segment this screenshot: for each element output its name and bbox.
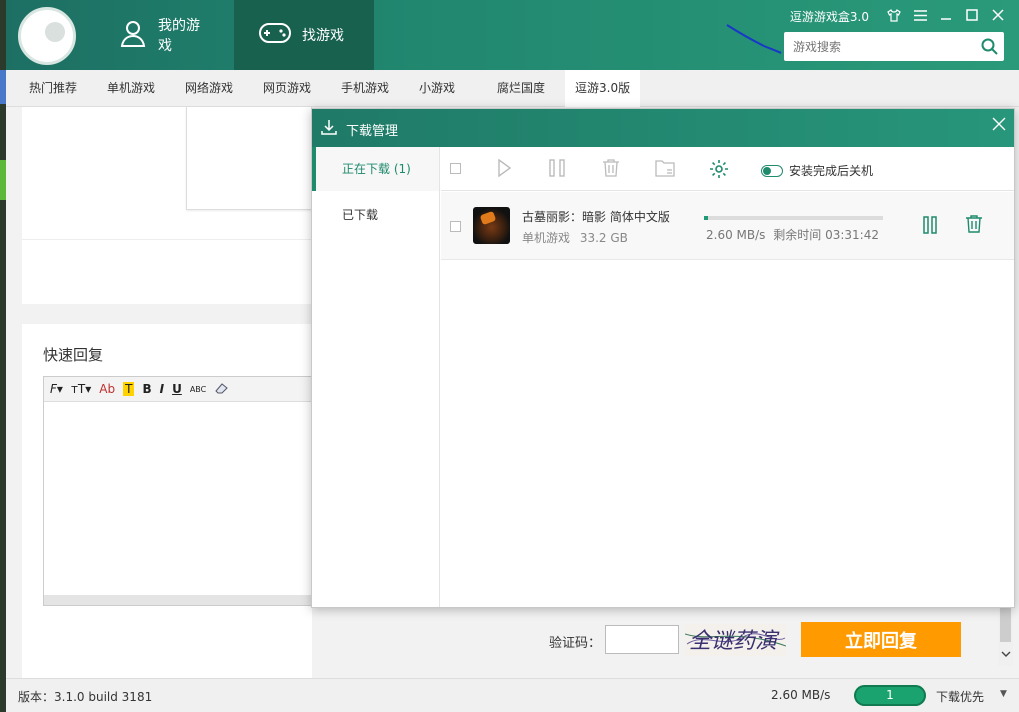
app-logo[interactable]	[18, 7, 76, 65]
progress-fill	[704, 216, 708, 220]
item-checkbox[interactable]	[450, 221, 461, 235]
game-size: 33.2 GB	[579, 231, 628, 245]
status-speed: 2.60 MB/s	[771, 688, 831, 702]
minimize-icon[interactable]	[933, 4, 959, 26]
nav-find-games[interactable]: 找游戏	[234, 0, 374, 70]
tab-online[interactable]: 网络游戏	[185, 70, 233, 107]
bold-button[interactable]: B	[142, 382, 151, 396]
download-count: 1	[886, 688, 894, 702]
eraser-icon[interactable]	[214, 382, 228, 397]
window-controls	[881, 4, 1011, 26]
game-category: 单机游戏	[522, 231, 571, 245]
dialog-toolbar: 安装完成后关机	[441, 147, 1014, 191]
captcha-image[interactable]: 全谜药演	[685, 624, 786, 656]
trash-icon[interactable]	[602, 159, 620, 180]
download-status: 2.60 MB/s 剩余时间 03:31:42	[706, 226, 879, 243]
dialog-close-icon[interactable]	[992, 117, 1006, 134]
search-icon[interactable]	[981, 38, 998, 58]
menu-icon[interactable]	[907, 4, 933, 26]
game-name: 古墓丽影：暗影 简体中文版	[522, 210, 670, 224]
play-icon[interactable]	[497, 158, 512, 180]
tab-version[interactable]: 逗游3.0版	[565, 70, 641, 107]
version-text: 版本：3.1.0 build 3181	[18, 690, 153, 704]
content-image	[186, 107, 312, 210]
category-tabs: 热门推荐 单机游戏 网络游戏 网页游戏 手机游戏 小游戏 腐烂国度 逗游3.0版	[6, 70, 1019, 107]
chevron-down-icon[interactable]	[998, 650, 1013, 666]
download-count-badge[interactable]: 1	[854, 685, 926, 706]
tab-mini[interactable]: 小游戏	[419, 70, 455, 107]
dialog-sidebar: 正在下载 (1) 已下载	[312, 147, 440, 607]
download-icon	[321, 119, 337, 138]
maximize-icon[interactable]	[959, 4, 985, 26]
close-icon[interactable]	[985, 4, 1011, 26]
item-pause-icon[interactable]	[923, 216, 937, 237]
brand-title: 逗游游戏盒3.0	[789, 10, 869, 24]
item-trash-icon[interactable]	[965, 215, 983, 236]
download-speed: 2.60 MB/s	[706, 228, 766, 242]
divider	[22, 239, 312, 240]
nav-my-games-label: 我的游戏	[158, 18, 200, 54]
status-bar: 版本：3.1.0 build 3181 2.60 MB/s 1 下载优先 ▼	[6, 678, 1019, 712]
download-progress-bar	[704, 216, 883, 220]
page-content: 快速回复 F▾ тT▾ Ab T B I U ABC	[22, 107, 313, 679]
priority-select[interactable]: 下载优先	[936, 688, 984, 705]
select-all-checkbox[interactable]	[450, 163, 461, 177]
caret-down-icon[interactable]: ▼	[1000, 689, 1007, 699]
auto-shutdown-label: 安装完成后关机	[789, 164, 874, 178]
tab-hot[interactable]: 热门推荐	[29, 70, 77, 107]
dialog-title: 下载管理	[346, 124, 399, 139]
editor-scrollbar[interactable]	[44, 595, 312, 605]
font-button[interactable]: F▾	[50, 382, 63, 396]
dialog-header: 下载管理	[312, 109, 1014, 147]
download-manager-dialog: 下载管理 正在下载 (1) 已下载 安装完成后关机 古墓丽影：暗影 简体中文版 …	[311, 108, 1015, 608]
nav-my-games[interactable]: 我的游戏	[94, 0, 234, 70]
reply-title: 快速回复	[43, 346, 104, 364]
folder-icon[interactable]	[655, 159, 675, 180]
text-color-button[interactable]: Ab	[99, 382, 115, 396]
header: 我的游戏 找游戏 逗游游戏盒3.0	[6, 0, 1019, 70]
game-meta: 单机游戏 33.2 GB	[522, 229, 628, 246]
captcha-label: 验证码：	[549, 636, 602, 651]
search-box[interactable]	[784, 32, 1004, 61]
italic-button[interactable]: I	[160, 382, 164, 396]
download-item: 古墓丽影：暗影 简体中文版 单机游戏 33.2 GB 2.60 MB/s 剩余时…	[441, 192, 1014, 260]
tab-web[interactable]: 网页游戏	[263, 70, 311, 107]
auto-shutdown-toggle[interactable]: 安装完成后关机	[761, 162, 873, 179]
skin-icon[interactable]	[881, 4, 907, 26]
gear-icon[interactable]	[709, 159, 729, 182]
pen-annotation	[726, 24, 782, 54]
content-card	[22, 107, 312, 304]
reply-panel: 快速回复 F▾ тT▾ Ab T B I U ABC	[22, 324, 313, 679]
highlight-button[interactable]: T	[123, 382, 135, 396]
editor-toolbar: F▾ тT▾ Ab T B I U ABC	[44, 377, 312, 402]
gamepad-icon	[258, 20, 292, 50]
nav-find-games-label: 找游戏	[302, 28, 344, 44]
underline-button[interactable]: U	[172, 382, 182, 396]
tab-mobile[interactable]: 手机游戏	[341, 70, 389, 107]
user-icon	[118, 18, 148, 52]
tab-downloading[interactable]: 正在下载 (1)	[312, 147, 439, 191]
toggle-switch[interactable]	[761, 164, 783, 177]
game-thumbnail	[473, 207, 510, 244]
submit-reply-button[interactable]: 立即回复	[801, 622, 961, 657]
captcha-input[interactable]	[605, 625, 679, 654]
search-input[interactable]	[784, 32, 974, 61]
font-size-button[interactable]: тT▾	[71, 382, 91, 396]
tab-state-of-decay[interactable]: 腐烂国度	[497, 70, 545, 107]
pause-icon[interactable]	[549, 159, 565, 180]
strike-button[interactable]: ABC	[190, 385, 206, 394]
tab-downloaded[interactable]: 已下载	[312, 193, 439, 237]
app-window: 我的游戏 找游戏 逗游游戏盒3.0 游戏搜索 热门推荐 单机游戏 网络游戏 网页…	[6, 0, 1019, 712]
remaining-time: 剩余时间 03:31:42	[773, 228, 879, 242]
captcha-text: 全谜药演	[689, 629, 780, 654]
reply-editor[interactable]: F▾ тT▾ Ab T B I U ABC	[43, 376, 313, 606]
tab-single[interactable]: 单机游戏	[107, 70, 155, 107]
